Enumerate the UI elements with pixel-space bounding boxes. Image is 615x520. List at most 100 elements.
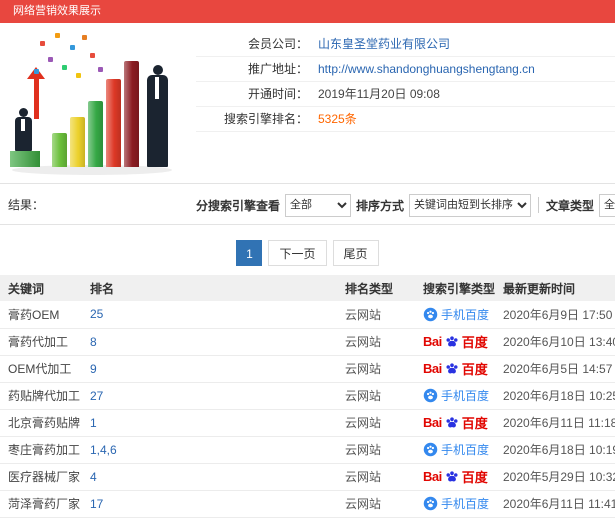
col-update-time: 最新更新时间 <box>495 275 615 301</box>
info-row: 会员公司： 山东皇圣堂药业有限公司 <box>196 32 615 57</box>
confetti-dot <box>90 53 95 58</box>
rank-link[interactable]: 17 <box>90 497 103 511</box>
rank-link[interactable]: 1,4,6 <box>90 443 117 457</box>
rank-link[interactable]: 27 <box>90 389 103 403</box>
table-row: 膏药OEM 25 云网站 手机百度 2020年6月9日 17:50 <box>0 301 615 329</box>
mobile-baidu-icon <box>423 496 438 511</box>
rank-cell: 1,4,6 <box>82 436 337 464</box>
mobile-baidu-badge: 手机百度 <box>423 441 489 458</box>
confetti-dot <box>76 73 81 78</box>
update-time-cell: 2020年5月29日 10:32 <box>495 463 615 491</box>
col-engine-type: 搜索引擎类型 <box>415 275 495 301</box>
confetti-dot <box>55 33 60 38</box>
confetti-dot <box>48 57 53 62</box>
promo-url-link[interactable]: http://www.shandonghuangshengtang.cn <box>308 57 535 81</box>
mobile-baidu-icon <box>423 442 438 457</box>
baidu-paw-icon <box>446 335 458 346</box>
filter-bar: 结果： 分搜索引擎查看 全部 排序方式 关键词由短到长排序 文章类型 全部 提交 <box>0 183 615 225</box>
baidu-logo-bai: Bai <box>423 361 442 376</box>
table-row: 医疗器械厂家 4 云网站 Bai 百度 2020年5月29日 10:32 <box>0 463 615 491</box>
confetti-dot <box>82 35 87 40</box>
col-rank: 排名 <box>82 275 337 301</box>
page-1-button[interactable]: 1 <box>236 240 263 266</box>
rank-cell: 9 <box>82 355 337 383</box>
businessman-left <box>19 108 28 117</box>
baidu-logo-du: 百度 <box>461 362 488 377</box>
rank-link[interactable]: 1 <box>90 416 97 430</box>
last-page-button[interactable]: 尾页 <box>332 240 379 266</box>
ranking-count-label: 搜索引擎排名： <box>223 112 308 126</box>
businessman-right <box>155 77 159 99</box>
engine-select[interactable]: 全部 <box>285 193 352 217</box>
article-type-select[interactable]: 全部 <box>599 193 615 217</box>
update-time-cell: 2020年6月11日 11:18 <box>495 409 615 437</box>
engine-cell: Bai 百度 <box>415 409 495 437</box>
rank-cell: 25 <box>82 301 337 329</box>
company-link[interactable]: 山东皇圣堂药业有限公司 <box>308 32 450 56</box>
rank-link[interactable]: 25 <box>90 307 103 321</box>
baidu-logo: Bai 百度 <box>423 467 488 486</box>
results-label: 结果： <box>8 198 45 212</box>
sort-select[interactable]: 关键词由短到长排序 <box>409 193 532 217</box>
rank-type-cell: 云网站 <box>337 382 415 410</box>
info-row: 推广地址： http://www.shandonghuangshengtang.… <box>196 57 615 82</box>
company-label: 会员公司： <box>247 37 308 51</box>
page-title: 网络营销效果展示 <box>13 5 101 17</box>
baidu-logo: Bai 百度 <box>423 413 488 432</box>
table-row: OEM代加工 9 云网站 Bai 百度 2020年6月5日 14:57 <box>0 355 615 383</box>
filter-controls: 分搜索引擎查看 全部 排序方式 关键词由短到长排序 文章类型 全部 提交 <box>196 184 615 224</box>
rank-cell: 17 <box>82 490 337 518</box>
mobile-baidu-label: 手机百度 <box>441 389 490 403</box>
open-time-value: 2019年11月20日 09:08 <box>318 87 440 101</box>
member-info-panel: 会员公司： 山东皇圣堂药业有限公司 推广地址： http://www.shand… <box>196 23 615 183</box>
confetti-dot <box>98 67 103 72</box>
rank-cell: 4 <box>82 463 337 491</box>
keyword-cell: 北京膏药贴牌 <box>0 409 82 437</box>
keyword-cell: OEM代加工 <box>0 355 82 383</box>
update-time-cell: 2020年6月10日 13:40 <box>495 328 615 356</box>
rank-link[interactable]: 4 <box>90 470 97 484</box>
rank-type-cell: 云网站 <box>337 463 415 491</box>
businessman-right <box>153 65 163 75</box>
table-row: 膏药代加工 8 云网站 Bai 百度 2020年6月10日 13:40 <box>0 328 615 356</box>
rank-type-cell: 云网站 <box>337 436 415 464</box>
baidu-logo-du: 百度 <box>461 470 488 485</box>
mobile-baidu-label: 手机百度 <box>441 307 490 322</box>
mobile-baidu-label: 手机百度 <box>441 443 490 457</box>
ranking-count-value: 5325条 <box>318 112 357 126</box>
update-time-cell: 2020年6月18日 10:19 <box>495 436 615 464</box>
pagination: 1 下一页 尾页 <box>0 240 615 266</box>
rank-link[interactable]: 8 <box>90 335 97 349</box>
keyword-cell: 膏药代加工 <box>0 328 82 356</box>
baidu-logo-bai: Bai <box>423 415 442 430</box>
keyword-cell: 医疗器械厂家 <box>0 463 82 491</box>
baidu-logo-du: 百度 <box>461 416 488 431</box>
businessman-left <box>21 119 25 131</box>
next-page-button[interactable]: 下一页 <box>268 240 327 266</box>
article-type-label: 文章类型 <box>546 198 595 213</box>
baidu-logo: Bai 百度 <box>423 359 488 378</box>
update-time-cell: 2020年6月11日 11:41 <box>495 490 615 518</box>
sort-label: 排序方式 <box>356 198 405 213</box>
rank-cell: 27 <box>82 382 337 410</box>
table-header-row: 关键词 排名 排名类型 搜索引擎类型 最新更新时间 <box>0 275 615 301</box>
update-time-cell: 2020年6月5日 14:57 <box>495 355 615 383</box>
baidu-logo: Bai 百度 <box>423 332 488 351</box>
bar-chart-illustration <box>0 23 196 183</box>
baidu-paw-icon <box>446 470 458 481</box>
keyword-cell: 菏泽膏药厂家 <box>0 490 82 518</box>
rank-link[interactable]: 9 <box>90 362 97 376</box>
title-bar: 网络营销效果展示 <box>0 0 615 23</box>
page: 网络营销效果展示 会员公司： 山东皇圣堂药业有限公司 推广地址： http://… <box>0 0 615 518</box>
growth-bar <box>124 61 139 167</box>
growth-bar <box>106 79 121 167</box>
baidu-logo-bai: Bai <box>423 469 442 484</box>
mobile-baidu-icon <box>423 388 438 403</box>
update-time-cell: 2020年6月18日 10:25 <box>495 382 615 410</box>
rank-cell: 8 <box>82 328 337 356</box>
engine-filter-label: 分搜索引擎查看 <box>196 198 281 213</box>
confetti-dot <box>40 41 45 46</box>
rank-type-cell: 云网站 <box>337 328 415 356</box>
mobile-baidu-badge: 手机百度 <box>423 495 489 512</box>
col-keyword: 关键词 <box>0 275 82 301</box>
